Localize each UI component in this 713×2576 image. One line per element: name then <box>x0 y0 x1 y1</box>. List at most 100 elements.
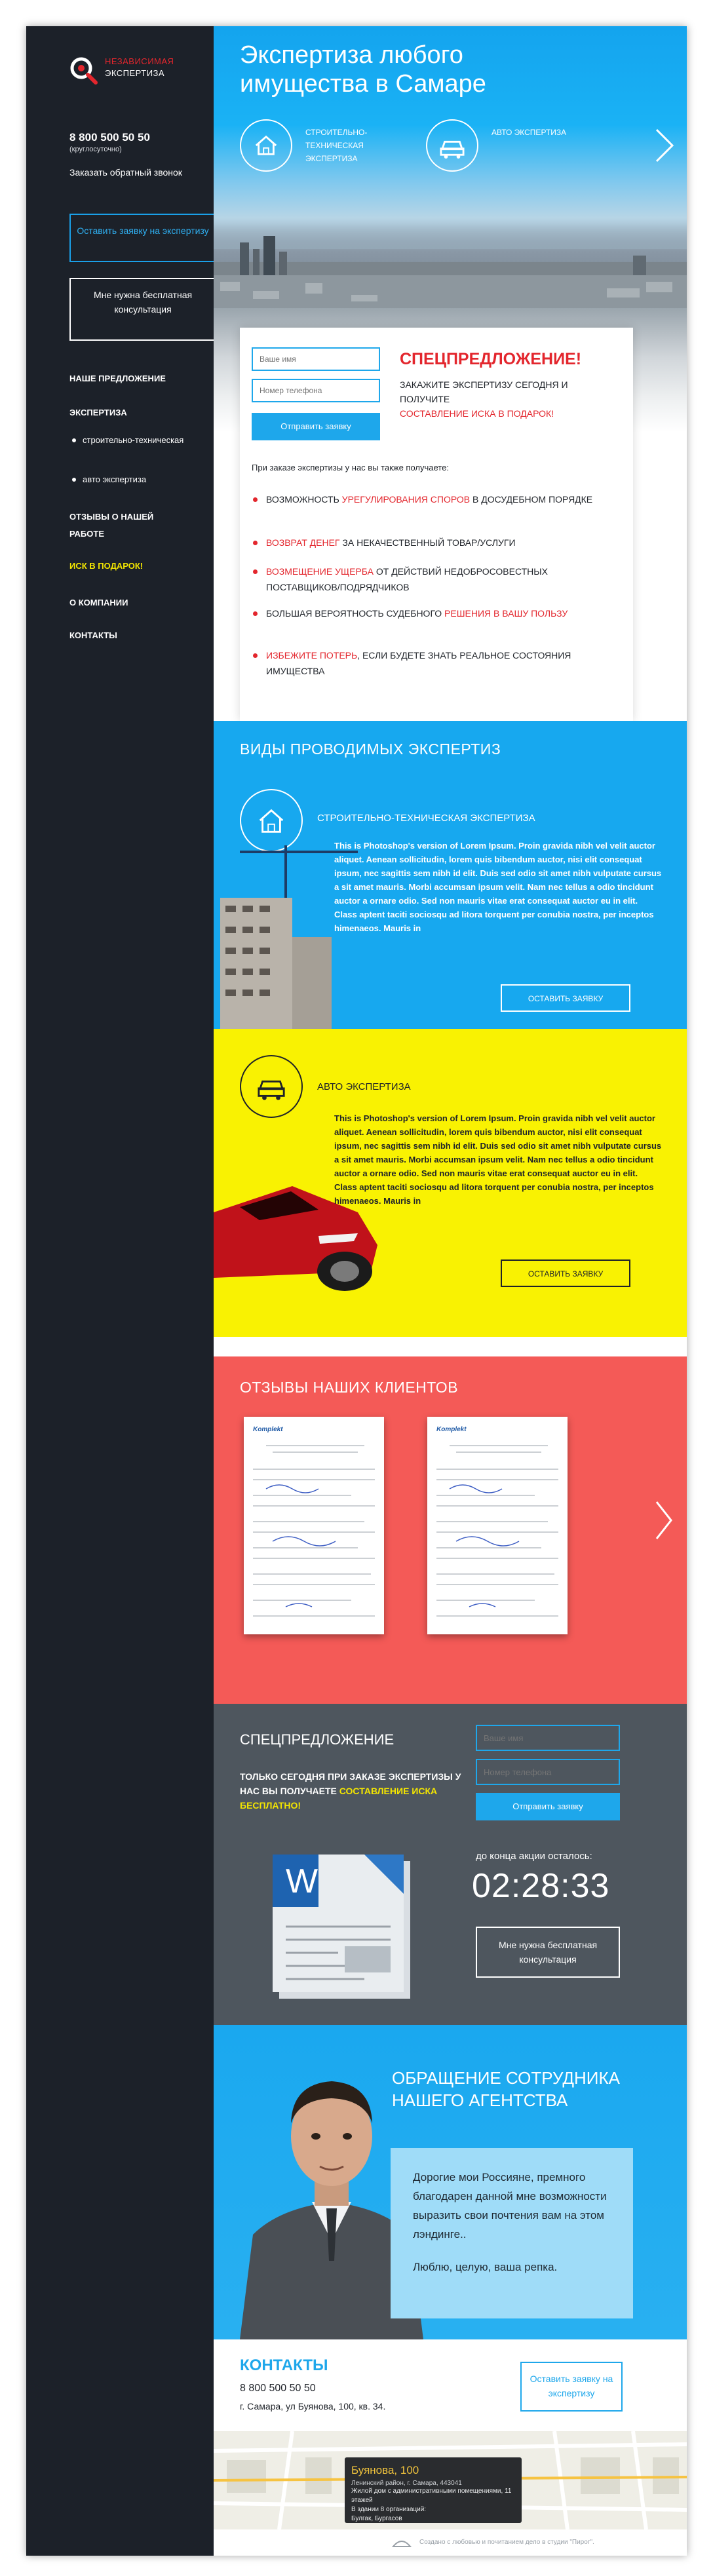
contacts-phone[interactable]: 8 800 500 50 50 <box>240 2383 316 2394</box>
review-doc-brand: Komplekt <box>253 1426 283 1433</box>
special-section-desc: Только сегодня при заказе экспертизы у н… <box>240 1769 463 1813</box>
contacts-address: г. Самара, ул Буянова, 100, кв. 34. <box>240 2401 386 2412</box>
special-consult-button[interactable]: Мне нужна бесплатная консультация <box>476 1927 620 1978</box>
benefit-item: Возможность урегулирования споров в досу… <box>253 491 607 507</box>
construction-order-button[interactable]: Оставить заявку <box>501 984 630 1012</box>
car-icon <box>258 1080 285 1100</box>
footer-credit: Создано с любовью и почитанием дело в ст… <box>419 2539 594 2546</box>
construction-expertise-block: Виды проводимых экспертиз Строительно-те… <box>214 721 687 1029</box>
employee-appeal-section: Обращение сотрудника нашего агентства До… <box>214 2025 687 2339</box>
auto-description: This is Photoshop's version of Lorem Ips… <box>334 1113 662 1206</box>
auto-order-button[interactable]: Оставить заявку <box>501 1259 630 1287</box>
special-offer-section: Спецпредложение Только сегодня при заказ… <box>214 1704 687 2025</box>
sidebar-phone-note: (круглосуточно) <box>69 145 122 153</box>
map-popup-line: В здании 8 организаций: <box>351 2506 427 2513</box>
construction-title: Строительно-техническая экспертиза <box>317 813 535 824</box>
special-offer-card: Отправить заявку СПЕЦПРЕДЛОЖЕНИЕ! Закажи… <box>240 328 633 721</box>
benefit-highlight: Возврат денег <box>266 537 340 548</box>
order-expertise-button[interactable]: Оставить заявку на экспертизу <box>69 214 216 262</box>
hero-feature-auto[interactable]: авто экспертиза <box>426 119 596 172</box>
review-doc-brand: Komplekt <box>436 1426 467 1433</box>
car-icon <box>440 140 465 159</box>
nav-item-expertise[interactable]: Экспертиза <box>69 408 127 417</box>
footer: Создано с любовью и почитанием дело в ст… <box>214 2529 687 2556</box>
map-popup-line: Булгак, Бургасов <box>351 2515 402 2522</box>
countdown-label: до конца акции осталось: <box>476 1851 592 1862</box>
hero-section: Экспертиза любого имущества в Самаре стр… <box>214 26 687 308</box>
hero-feature-circle <box>240 119 292 172</box>
benefit-text: за некачественный товар/услуги <box>339 537 516 548</box>
hero-feature-auto-label: авто экспертиза <box>491 128 567 137</box>
benefit-highlight: решения в вашу пользу <box>444 608 568 619</box>
special-section-title: Спецпредложение <box>240 1731 395 1748</box>
special-submit-button[interactable]: Отправить заявку <box>476 1793 620 1820</box>
nav-item-reviews[interactable]: Отзывы о нашей работе <box>69 509 174 543</box>
page-frame: НЕЗАВИСИМАЯ ЭКСПЕРТИЗА 8 800 500 50 50 (… <box>26 26 687 2556</box>
sidebar-phone[interactable]: 8 800 500 50 50 <box>69 131 150 144</box>
sidebar: НЕЗАВИСИМАЯ ЭКСПЕРТИЗА 8 800 500 50 50 (… <box>26 26 216 2556</box>
map-popup: Буянова, 100 Ленинский район, г. Самара,… <box>345 2457 522 2523</box>
hero-feature-construction[interactable]: строительно-техническая экспертиза <box>240 119 410 172</box>
benefit-highlight: Избежите потерь <box>266 650 358 661</box>
review-document[interactable]: Komplekt <box>427 1417 568 1634</box>
logo-line2: ЭКСПЕРТИЗА <box>105 68 165 78</box>
magnifier-logo-icon <box>70 57 98 85</box>
chevron-right-icon[interactable] <box>653 1499 675 1541</box>
benefit-item: Большая вероятность судебного решения в … <box>253 606 607 621</box>
construction-circle <box>240 789 303 852</box>
expertise-types-title: Виды проводимых экспертиз <box>240 740 501 758</box>
appeal-title: Обращение сотрудника нашего агентства <box>392 2068 620 2110</box>
countdown-timer: 02:28:33 <box>472 1867 610 1905</box>
contacts-section: Контакты 8 800 500 50 50 г. Самара, ул Б… <box>214 2339 687 2431</box>
house-icon <box>259 809 284 833</box>
hero-feature-circle <box>426 119 478 172</box>
hero-title: Экспертиза любого имущества в Самаре <box>240 41 486 98</box>
logo[interactable]: НЕЗАВИСИМАЯ ЭКСПЕРТИЗА <box>69 52 194 92</box>
auto-expertise-block: Авто экспертиза This is Photoshop's vers… <box>214 1029 687 1337</box>
review-document[interactable]: Komplekt <box>244 1417 384 1634</box>
logo-line1: НЕЗАВИСИМАЯ <box>105 56 174 66</box>
nav-item-offer[interactable]: Наше предложение <box>69 374 166 383</box>
city-skyline-image <box>214 236 687 308</box>
special-offer-desc-highlight: составление иска в подарок! <box>400 408 554 419</box>
map[interactable]: Буянова, 100 Ленинский район, г. Самара,… <box>214 2431 687 2529</box>
nav-item-gift[interactable]: Иск в подарок! <box>69 561 143 571</box>
benefit-text: в досудебном порядке <box>470 494 593 505</box>
map-popup-line: Жилой дом с административными помещениям… <box>351 2488 512 2504</box>
expertise-types-section: Виды проводимых экспертиз Строительно-те… <box>214 721 687 1396</box>
studio-logo-icon <box>391 2541 412 2547</box>
map-popup-title: Буянова, 100 <box>351 2464 419 2476</box>
contacts-title: Контакты <box>240 2356 328 2374</box>
special-name-input[interactable] <box>476 1725 620 1751</box>
auto-title: Авто экспертиза <box>317 1081 411 1092</box>
auto-circle <box>240 1055 303 1118</box>
benefit-item: Возмещение ущерба от действий недобросов… <box>253 564 607 595</box>
benefit-highlight: Возмещение ущерба <box>266 566 374 577</box>
special-offer-desc-text: Закажите экспертизу сегодня и получите <box>400 379 568 404</box>
submit-request-button[interactable]: Отправить заявку <box>252 413 380 440</box>
reviews-title: Отзывы наших клиентов <box>240 1379 459 1396</box>
word-icon: W <box>286 1862 318 1900</box>
contacts-order-button[interactable]: Оставить заявку на экспертизу <box>520 2362 623 2412</box>
reviews-section: Отзывы наших клиентов Komplekt <box>214 1356 687 1704</box>
hero-feature-construction-label: строительно-техническая экспертиза <box>305 128 368 163</box>
construction-description: This is Photoshop's version of Lorem Ips… <box>334 841 662 933</box>
review-doc-lines <box>436 1445 558 1617</box>
benefit-highlight: урегулирования споров <box>341 494 471 505</box>
nav-subitem-auto[interactable]: авто экспертиза <box>72 473 187 486</box>
special-phone-input[interactable] <box>476 1759 620 1785</box>
callback-link[interactable]: Заказать обратный звонок <box>69 165 187 180</box>
benefit-text: Большая вероятность судебного <box>266 608 445 619</box>
phone-input[interactable] <box>252 379 380 402</box>
name-input[interactable] <box>252 347 380 371</box>
nav-subitem-construction[interactable]: строительно-техническая <box>72 434 187 447</box>
free-consult-button[interactable]: Мне нужна бесплатная консультация <box>69 278 216 341</box>
special-offer-desc: Закажите экспертизу сегодня и получите с… <box>400 377 609 421</box>
chevron-right-icon[interactable] <box>651 127 678 164</box>
house-icon <box>255 135 277 155</box>
nav-item-company[interactable]: О компании <box>69 598 128 607</box>
appeal-letter-text: Дорогие мои Россияне, премного благодаре… <box>413 2171 607 2240</box>
benefit-text: Возможность <box>266 494 342 505</box>
nav-item-contacts[interactable]: Контакты <box>69 630 117 640</box>
word-document-image: W <box>273 1855 410 1999</box>
